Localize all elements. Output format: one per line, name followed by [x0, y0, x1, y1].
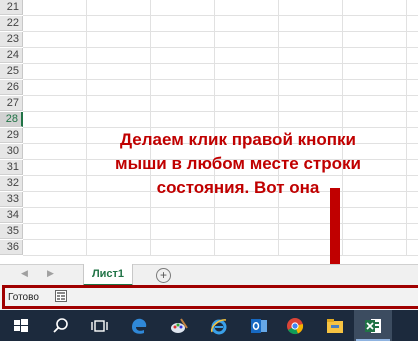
row-header[interactable]: 35 — [0, 224, 23, 239]
row-cells[interactable] — [23, 32, 418, 48]
annotation-arrow-shaft — [330, 188, 340, 272]
table-row[interactable]: 22 — [0, 16, 418, 32]
row-header[interactable]: 30 — [0, 144, 23, 159]
triangle-right-icon[interactable]: ▶ — [47, 268, 54, 279]
task-view-icon[interactable] — [80, 310, 118, 341]
annotation-text: Делаем клик правой кнопки мыши в любом м… — [115, 130, 361, 197]
row-cells[interactable] — [23, 224, 418, 240]
row-header[interactable]: 23 — [0, 32, 23, 47]
ie-icon[interactable] — [200, 310, 238, 341]
row-header[interactable]: 24 — [0, 48, 23, 63]
row-cells[interactable] — [23, 96, 418, 112]
row-header[interactable]: 29 — [0, 128, 23, 143]
status-bar-highlight — [2, 285, 418, 309]
file-explorer-icon[interactable] — [316, 310, 354, 341]
row-header[interactable]: 32 — [0, 176, 23, 191]
table-row[interactable]: 26 — [0, 80, 418, 96]
table-row[interactable]: 28 — [0, 112, 418, 128]
table-row[interactable]: 27 — [0, 96, 418, 112]
row-header[interactable]: 21 — [0, 0, 23, 15]
table-row[interactable]: 23 — [0, 32, 418, 48]
row-cells[interactable] — [23, 112, 418, 128]
table-row[interactable]: 36 — [0, 240, 418, 256]
triangle-left-icon[interactable]: ◀ — [21, 268, 28, 279]
row-cells[interactable] — [23, 80, 418, 96]
paint-icon[interactable] — [160, 310, 198, 341]
windows-taskbar — [0, 310, 418, 341]
sheet-tab-bar: ◀ ▶ Лист1 + — [0, 264, 418, 286]
row-cells[interactable] — [23, 240, 418, 256]
row-header[interactable]: 27 — [0, 96, 23, 111]
table-row[interactable]: 25 — [0, 64, 418, 80]
row-cells[interactable] — [23, 16, 418, 32]
tab-sheet1[interactable]: Лист1 — [83, 264, 133, 286]
row-header-active[interactable]: 28 — [0, 112, 23, 127]
start-windows-icon[interactable] — [2, 310, 40, 341]
excel-icon[interactable] — [354, 310, 392, 341]
row-header[interactable]: 26 — [0, 80, 23, 95]
table-row[interactable]: 21 — [0, 0, 418, 16]
row-cells[interactable] — [23, 64, 418, 80]
row-cells[interactable] — [23, 208, 418, 224]
row-header[interactable]: 33 — [0, 192, 23, 207]
chrome-icon[interactable] — [276, 310, 314, 341]
table-row[interactable]: 35 — [0, 224, 418, 240]
table-row[interactable]: 34 — [0, 208, 418, 224]
row-cells[interactable] — [23, 0, 418, 16]
row-cells[interactable] — [23, 48, 418, 64]
row-header[interactable]: 34 — [0, 208, 23, 223]
row-header[interactable]: 22 — [0, 16, 23, 31]
row-header[interactable]: 36 — [0, 240, 23, 255]
edge-icon[interactable] — [120, 310, 158, 341]
row-header[interactable]: 25 — [0, 64, 23, 79]
row-header[interactable]: 31 — [0, 160, 23, 175]
search-icon[interactable] — [42, 310, 80, 341]
plus-circle-icon[interactable]: + — [156, 268, 171, 283]
outlook-icon[interactable] — [240, 310, 278, 341]
table-row[interactable]: 24 — [0, 48, 418, 64]
